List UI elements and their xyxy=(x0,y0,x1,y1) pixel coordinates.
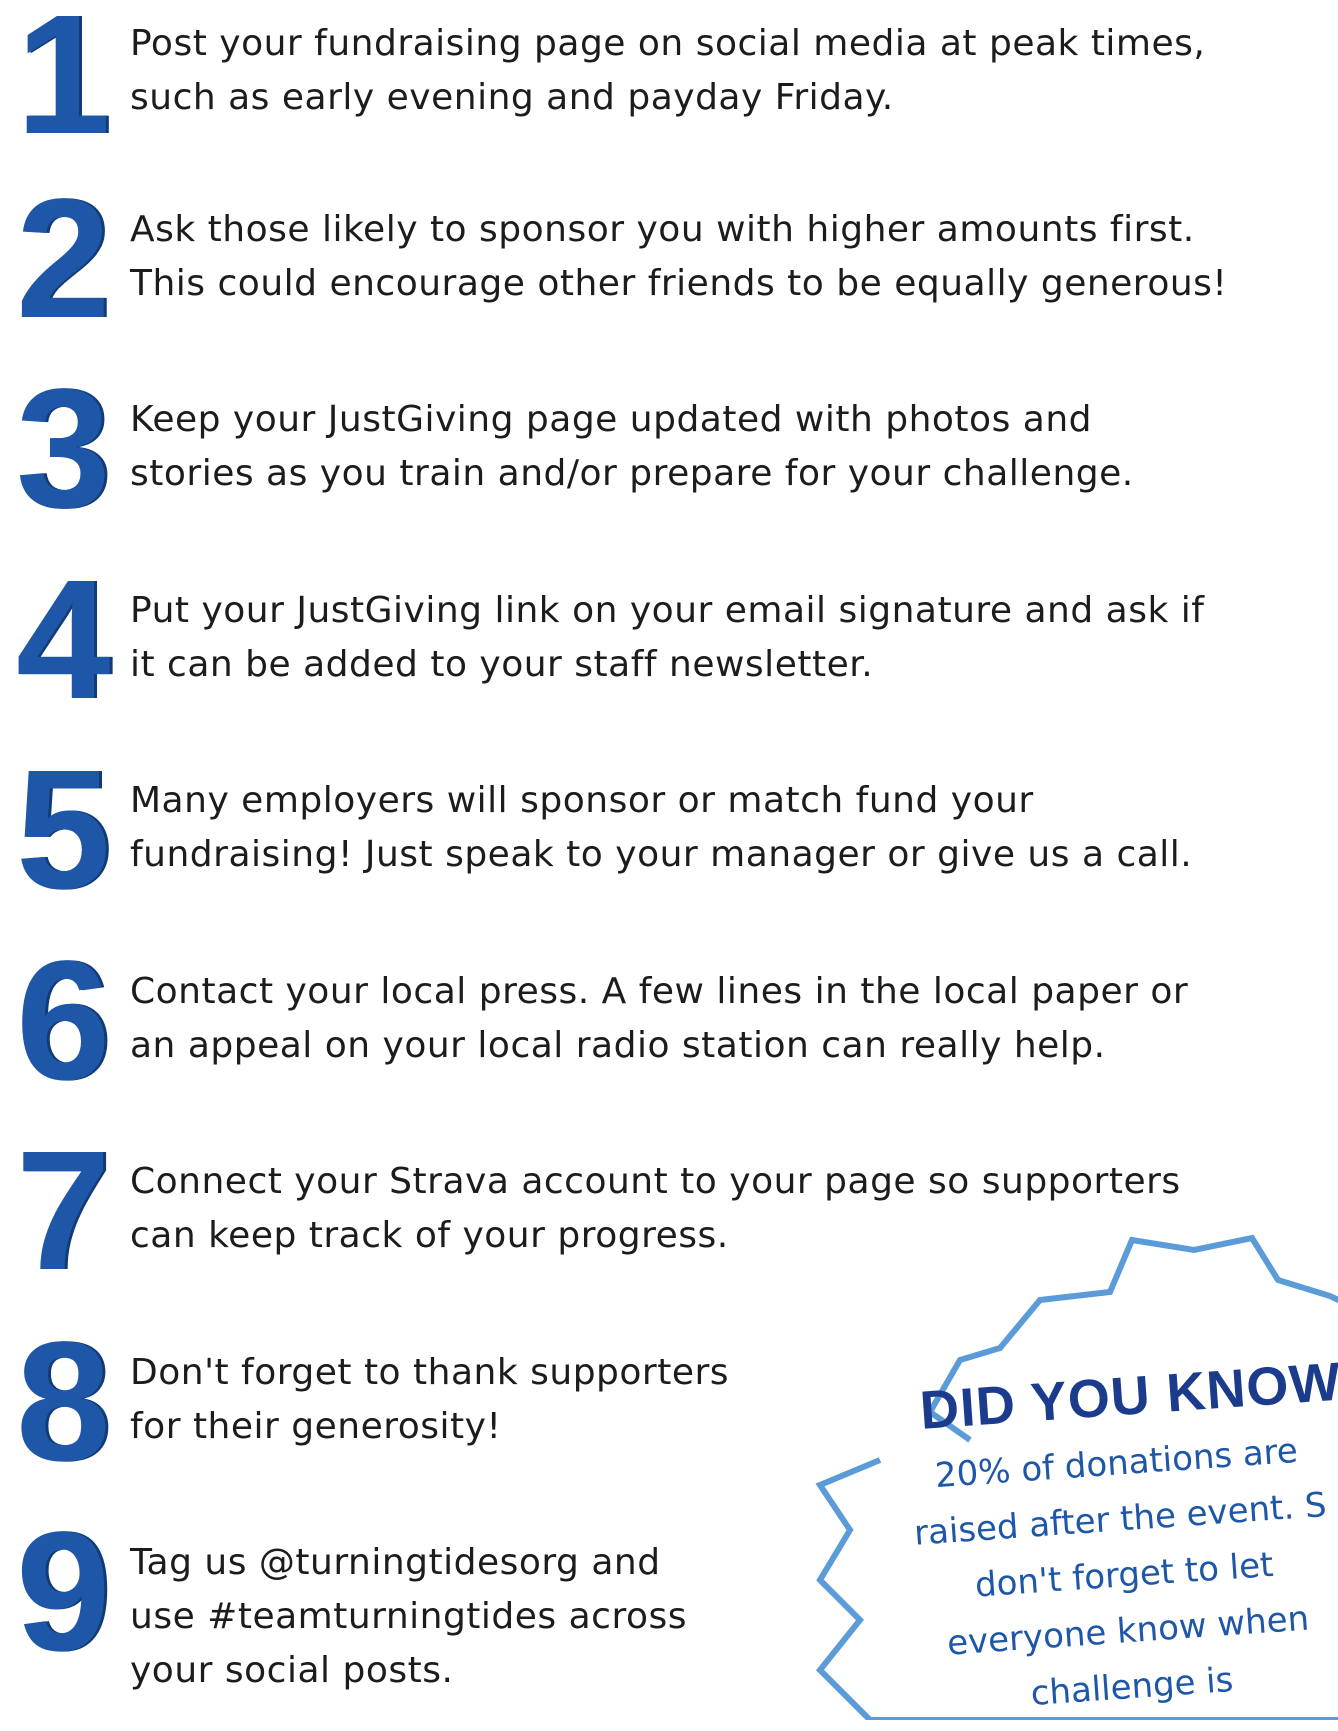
tip-number-7: 7 xyxy=(16,1116,111,1306)
tip-text-3: Keep your JustGiving page updated with p… xyxy=(130,399,1134,494)
tip-number-1: 1 xyxy=(16,0,111,170)
tip-text-9: Tag us @turningtidesorg and use #teamtur… xyxy=(130,1542,688,1691)
tip-number-4: 4 xyxy=(16,545,111,735)
tip-number-3: 3 xyxy=(16,354,111,544)
did-you-know-body: 20% of donations are raised after the ev… xyxy=(912,1430,1328,1715)
tip-number-9: 9 xyxy=(16,1497,111,1687)
tip-text-1: Post your fundraising page on social med… xyxy=(130,23,1206,118)
tip-text-2: Ask those likely to sponsor you with hig… xyxy=(130,209,1228,304)
tip-text-8: Don't forget to thank supporters for the… xyxy=(130,1352,730,1447)
tip-number-8: 8 xyxy=(16,1307,111,1497)
tip-number-6: 6 xyxy=(16,926,111,1116)
tip-text-5: Many employers will sponsor or match fun… xyxy=(130,780,1193,875)
tip-number-2: 2 xyxy=(16,164,111,354)
tip-text-6: Contact your local press. A few lines in… xyxy=(130,971,1189,1066)
tip-text-4: Put your JustGiving link on your email s… xyxy=(130,590,1205,685)
tip-number-5: 5 xyxy=(16,735,111,925)
did-you-know-callout: DID YOU KNOW? 20% of donations are raise… xyxy=(800,1220,1338,1720)
